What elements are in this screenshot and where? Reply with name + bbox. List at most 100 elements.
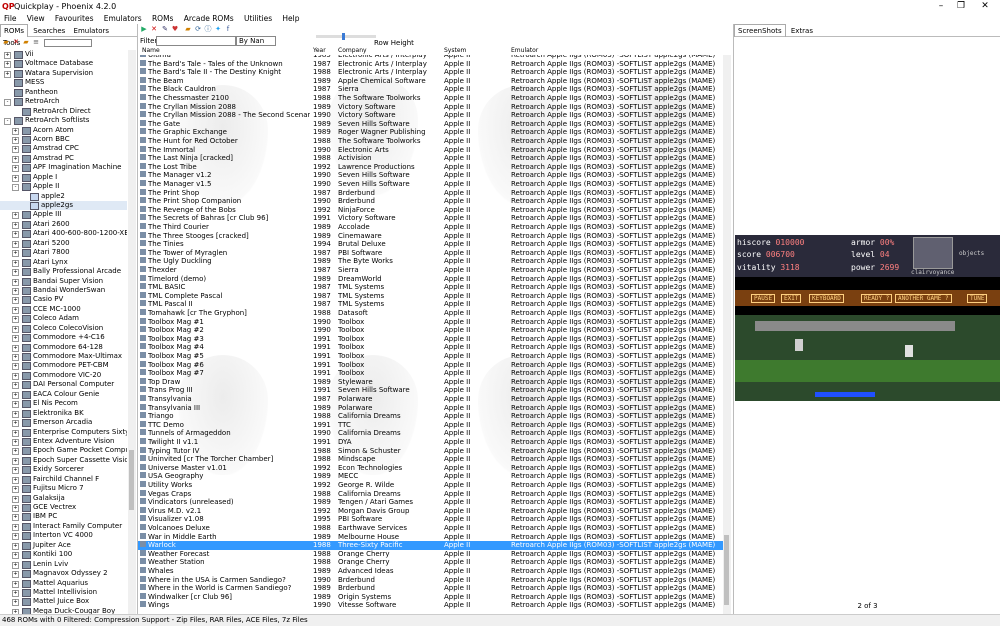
delete-icon[interactable]: ✕ <box>12 38 20 46</box>
table-row[interactable]: Typing Tutor IV 1988 Simon & Schuster Apple… <box>138 446 723 456</box>
table-row[interactable]: The Beam 1989 Apple Chemical Software Apple… <box>138 76 723 86</box>
expand-icon[interactable]: + <box>12 278 19 286</box>
menu-arcade-roms[interactable]: Arcade ROMs <box>180 13 238 24</box>
expand-icon[interactable]: + <box>12 146 19 154</box>
expand-icon[interactable]: + <box>12 344 19 352</box>
tree-scrollbar-thumb[interactable] <box>129 450 134 510</box>
minimize-icon[interactable]: – <box>930 1 952 12</box>
tree-item[interactable]: + Kontiki 100 <box>0 550 127 560</box>
column-company[interactable]: Company <box>338 46 367 55</box>
table-row[interactable]: TTC Demo 1991 TTC Apple II Retroarch Apple I… <box>138 420 723 430</box>
expand-icon[interactable]: + <box>4 61 11 69</box>
table-row[interactable]: Triango 1988 California Dreams Apple II Retr… <box>138 412 723 421</box>
tree-item[interactable]: + Epoch Game Pocket Computer <box>0 446 127 456</box>
table-row[interactable]: The Black Cauldron 1987 Sierra Apple II Retr… <box>138 85 723 94</box>
table-row[interactable]: Universe Master v1.01 1992 Econ Technologi… <box>138 463 723 473</box>
tree-item[interactable]: + Commodore 64-128 <box>0 343 127 352</box>
table-row[interactable]: Toolbox Mag #2 1990 Toolbox Apple II Retroar… <box>138 326 723 335</box>
tree-item[interactable]: + Acorn Atom <box>0 126 127 135</box>
menu-roms[interactable]: ROMs <box>148 13 178 24</box>
tree-item[interactable]: + CCE MC-1000 <box>0 305 127 314</box>
expand-icon[interactable]: + <box>12 542 19 550</box>
table-row[interactable]: The Cryllan Mission 2088 - The Second Sc… <box>138 111 723 120</box>
column-year[interactable]: Year <box>313 46 326 55</box>
table-row[interactable]: War in Middle Earth 1989 Melbourne House Ap… <box>138 532 723 542</box>
expand-icon[interactable]: + <box>12 448 19 456</box>
table-row[interactable]: The Hunt for Red October 1988 The Software… <box>138 137 723 146</box>
table-row[interactable]: The Third Courier 1989 Accolade Apple II Ret… <box>138 223 723 232</box>
column-emulator[interactable]: Emulator <box>511 46 538 55</box>
tree-item[interactable]: apple2gs <box>0 201 127 211</box>
table-row[interactable]: The Three Stooges [cracked] 1989 Cinemawar… <box>138 231 723 241</box>
menu-emulators[interactable]: Emulators <box>100 13 146 24</box>
tree-item[interactable]: + DAI Personal Computer <box>0 380 127 390</box>
tab-emulators[interactable]: Emulators <box>71 25 112 37</box>
table-row[interactable]: Toolbox Mag #6 1991 Toolbox Apple II Retroar… <box>138 360 723 370</box>
expand-icon[interactable]: + <box>12 372 19 380</box>
expand-icon[interactable]: + <box>12 335 19 343</box>
tree-item[interactable]: + Exidy Sorcerer <box>0 465 127 475</box>
table-row[interactable]: Toolbox Mag #5 1991 Toolbox Apple II Retroar… <box>138 352 723 361</box>
tree-item[interactable]: + Vii <box>0 50 127 59</box>
expand-icon[interactable]: + <box>12 391 19 399</box>
tree-item[interactable]: + Mattel Intellivision <box>0 588 127 597</box>
maximize-icon[interactable]: ❐ <box>950 1 972 12</box>
expand-icon[interactable]: + <box>12 306 19 314</box>
tree-item[interactable]: + Coleco Adam <box>0 314 127 324</box>
tree-item[interactable]: + Commodore PET-CBM <box>0 361 127 371</box>
table-row[interactable]: Visualizer v1.08 1995 PBI Software Apple II… <box>138 515 723 524</box>
expand-icon[interactable]: + <box>12 429 19 437</box>
expand-icon[interactable]: + <box>12 155 19 163</box>
table-row[interactable]: The Tower of Myraglen 1987 PBI Software App… <box>138 248 723 258</box>
expand-icon[interactable]: + <box>12 287 19 295</box>
table-row[interactable]: The Last Ninja [cracked] 1988 Activision Ap… <box>138 154 723 163</box>
tree-item[interactable]: + Fujitsu Micro 7 <box>0 484 127 494</box>
tree-item[interactable]: + Lenin Lviv <box>0 560 127 569</box>
tree-item[interactable]: + Atari 400-600-800-1200-XE <box>0 229 127 239</box>
expand-icon[interactable]: + <box>12 410 19 418</box>
tree-item[interactable]: + Enterprise Computers Sixty ... <box>0 428 127 437</box>
expand-icon[interactable]: + <box>12 523 19 531</box>
tree-item[interactable]: + Interact Family Computer <box>0 522 127 531</box>
expand-icon[interactable]: + <box>12 212 19 220</box>
expand-icon[interactable]: + <box>12 486 19 494</box>
tree-item[interactable]: + Entex Adventure Vision <box>0 437 127 446</box>
collapse-icon[interactable]: - <box>4 99 11 107</box>
table-row[interactable]: The Cryllan Mission 2088 1989 Victory Soft… <box>138 102 723 112</box>
tree-search-input[interactable] <box>44 39 92 47</box>
tab-extras[interactable]: Extras <box>788 25 816 37</box>
tree-item[interactable]: + Coleco ColecoVision <box>0 324 127 333</box>
tree-icon[interactable]: ≡ <box>32 38 40 46</box>
expand-icon[interactable]: + <box>12 297 19 305</box>
table-row[interactable]: Whales 1989 Advanced Ideas Apple II Retroarc… <box>138 567 723 576</box>
tab-searches[interactable]: Searches <box>30 25 68 37</box>
expand-icon[interactable]: + <box>12 259 19 267</box>
tree-item[interactable]: - RetroArch <box>0 97 127 107</box>
twitter-icon[interactable]: ✦ <box>214 25 222 33</box>
tree-item[interactable]: MESS <box>0 78 127 88</box>
tree-item[interactable]: RetroArch Direct <box>0 107 127 116</box>
table-row[interactable]: Toolbox Mag #7 1991 Toolbox Apple II Retroar… <box>138 369 723 378</box>
tree-item[interactable]: + Amstrad PC <box>0 154 127 163</box>
tree-item[interactable]: + Mattel Aquarius <box>0 579 127 588</box>
tree-item[interactable]: + Acorn BBC <box>0 135 127 144</box>
table-row[interactable]: The Manager v1.2 1990 Seven Hills Software… <box>138 171 723 180</box>
table-row[interactable]: Tunnels of Armageddon 1990 California Drea… <box>138 429 723 438</box>
row-height-slider[interactable] <box>316 33 376 40</box>
info-icon[interactable]: ⓘ <box>204 25 212 33</box>
expand-icon[interactable]: + <box>12 354 19 361</box>
tree-item[interactable]: + IBM PC <box>0 512 127 522</box>
menu-view[interactable]: View <box>23 13 49 24</box>
table-row[interactable]: The Secrets of Bahras [cr Club 96] 1991 Vi… <box>138 214 723 223</box>
table-row[interactable]: Transylvania 1987 Polarware Apple II Retroar… <box>138 395 723 404</box>
expand-icon[interactable]: + <box>12 174 19 182</box>
play-icon[interactable]: ▶ <box>140 25 148 33</box>
table-row[interactable]: Tomahawk [cr The Gryphon] 1988 Datasoft App… <box>138 309 723 318</box>
expand-icon[interactable]: + <box>12 250 19 258</box>
tree-item[interactable]: + Bandai WonderSwan <box>0 286 127 295</box>
expand-icon[interactable]: + <box>12 165 19 173</box>
table-row[interactable]: Volcanoes Deluxe 1988 Earthwave Services Ap… <box>138 524 723 533</box>
expand-icon[interactable]: + <box>12 599 19 607</box>
expand-icon[interactable]: + <box>12 571 19 579</box>
table-row[interactable]: TML BASIC 1987 TML Systems Apple II Retroarc… <box>138 283 723 292</box>
